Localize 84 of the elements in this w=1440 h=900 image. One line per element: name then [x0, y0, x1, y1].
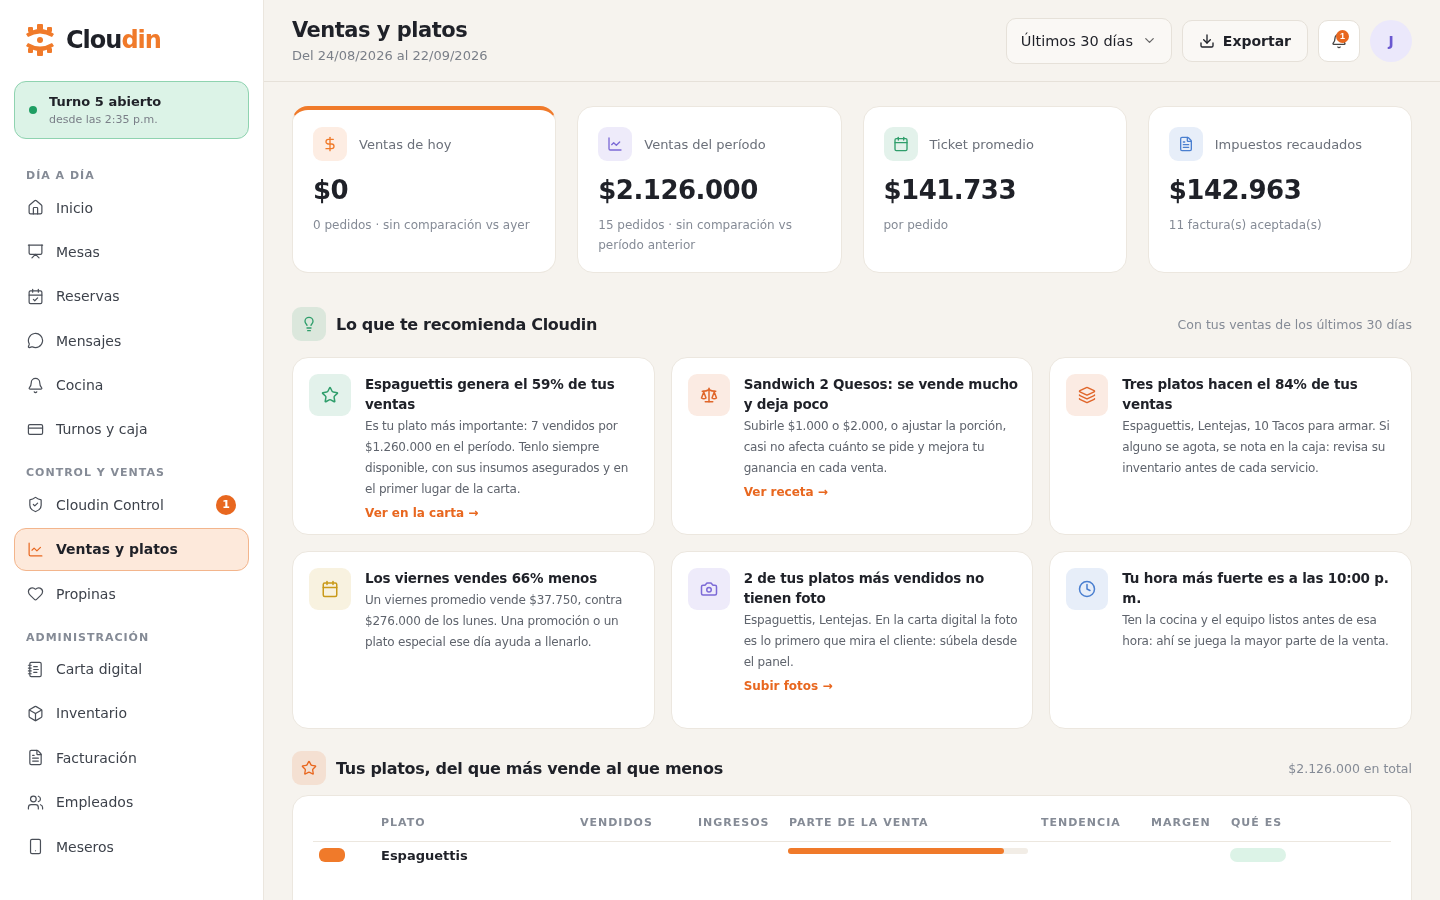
page-title: Ventas y platos: [292, 18, 469, 42]
column-header: VENDIDOS: [580, 816, 654, 829]
nav-icon: [27, 749, 44, 767]
recommendation-text: Espaguettis, Lentejas. En la carta digital la foto es lo primero que mira el cliente: súbela desde el panel.: [743, 612, 1019, 671]
stat-value: $142.963: [1168, 175, 1303, 205]
rank-badge: [319, 848, 345, 862]
column-header: PLATO: [381, 816, 427, 829]
recommendation-text: Ten la cocina y el equipo listos antes de esa hora: ahí se juega la mayor parte de la venta.: [1122, 612, 1390, 650]
date-range: Del 24/08/2026 al 22/09/2026: [292, 48, 488, 63]
stat-label: Ventas del período: [644, 136, 766, 152]
column-header: MARGEN: [1151, 816, 1212, 829]
nav-item[interactable]: Cocina: [14, 363, 249, 407]
nav-item[interactable]: Inventario: [14, 691, 249, 735]
nav-icon: [27, 540, 44, 558]
nav-item[interactable]: Empleados: [14, 780, 249, 824]
period-select[interactable]: Últimos 30 días: [1005, 17, 1172, 64]
stat-label: Ventas de hoy: [359, 136, 452, 152]
lightbulb-icon: [292, 307, 326, 341]
recommendation-title: Los viernes vendes 66% menos: [365, 569, 599, 588]
bell-icon: [1331, 32, 1347, 49]
column-header: PARTE DE LA VENTA: [789, 816, 930, 829]
stat-note: 0 pedidos · sin comparación vs ayer: [313, 217, 531, 234]
nav-section-title: CONTROL Y VENTAS: [25, 466, 166, 480]
stat-value: $141.733: [883, 175, 1017, 205]
export-button[interactable]: Exportar: [1181, 19, 1308, 62]
nav-item[interactable]: Propinas: [14, 572, 249, 616]
nav-icon: [27, 287, 44, 305]
recommendation-title: Espaguettis genera el 59% de tus ventas: [365, 375, 616, 414]
nav-item[interactable]: Carta digital: [14, 647, 249, 691]
nav-icon: [27, 793, 44, 811]
section-title: Tus platos, del que más vende al que menos: [336, 758, 724, 778]
recommendation-text: Subirle $1.000 o $2.000, o ajustar la porción, casi no afecta cuánto se pide y mejora tu ganancia en cada venta.: [743, 418, 1007, 477]
nav-item[interactable]: Turnos y caja: [14, 407, 249, 451]
nav-icon: [27, 332, 44, 350]
section-note: Con tus ventas de los últimos 30 días: [1177, 316, 1412, 332]
user-avatar[interactable]: J: [1370, 19, 1412, 62]
nav-icon: [27, 660, 44, 678]
section-title: Lo que te recomienda Cloudin: [336, 314, 599, 334]
column-header: QUÉ ES: [1231, 816, 1284, 829]
status-dot: [29, 106, 37, 114]
recommendation-title: Tu hora más fuerte es a las 10:00 p. m.: [1122, 569, 1390, 608]
recommendation-text: Espaguettis, Lentejas, 10 Tacos para armar. Si alguno se agota, se nota en la caja: revisa su inventario antes de cada servicio.: [1122, 418, 1391, 477]
nav-item[interactable]: Reservas: [14, 274, 249, 318]
section-note: $2.126.000 en total: [1288, 760, 1412, 776]
nav-icon: [27, 243, 44, 261]
column-header: INGRESOS: [698, 816, 771, 829]
dish-name: Espaguettis: [381, 848, 469, 863]
recommendation-text: Es tu plato más importante: 7 vendidos por $1.260.000 en el período. Tenlo siempre disponible, con sus insumos asegurados y en el primer lugar de la carta.: [365, 418, 630, 498]
shift-title: Turno 5 abierto: [49, 94, 162, 109]
nav-icon: [27, 199, 44, 216]
stat-label: Impuestos recaudados: [1214, 136, 1363, 152]
recommendation-title: 2 de tus platos más vendidos no tienen foto: [743, 569, 986, 608]
shift-status-card[interactable]: Turno 5 abierto desde las 2:35 p.m.: [14, 81, 249, 139]
nav-item[interactable]: Facturación: [14, 736, 249, 780]
nav-item[interactable]: Inicio: [14, 186, 249, 229]
stat-note: por pedido: [883, 217, 950, 234]
nav-item[interactable]: Cloudin Control 1: [14, 483, 249, 527]
stat-value: $2.126.000: [598, 175, 759, 205]
nav-icon: [27, 838, 44, 856]
nav-item[interactable]: Ventas y platos: [14, 527, 249, 571]
column-header: TENDENCIA: [1041, 816, 1122, 829]
nav-item[interactable]: Mesas: [14, 230, 249, 274]
count-badge: 1: [216, 494, 236, 515]
notification-badge: 1: [1336, 29, 1349, 43]
recommendation-title: Tres platos hacen el 84% de tus ventas: [1122, 375, 1359, 414]
nav-icon: [27, 585, 44, 603]
nav-section-title: ADMINISTRACIÓN: [25, 630, 151, 644]
nav-icon: [27, 704, 44, 722]
stat-note: 15 pedidos · sin comparación vs período anterior: [598, 217, 793, 254]
nav-section-title: DÍA A DÍA: [25, 169, 96, 182]
stat-note: 11 factura(s) aceptada(s): [1168, 217, 1323, 234]
shift-subtitle: desde las 2:35 p.m.: [49, 113, 159, 126]
stat-value: $0: [313, 175, 350, 205]
recommendation-title: Sandwich 2 Quesos: se vende mucho y deja poco: [743, 375, 1019, 414]
star-icon: [292, 751, 326, 785]
recommendation-text: Un viernes promedio vende $37.750, contra $276.000 de los lunes. Una promoción o un plato especial ese día ayuda a llenarlo.: [365, 592, 624, 651]
nav-item[interactable]: Meseros: [14, 825, 249, 869]
download-icon: [1198, 32, 1215, 49]
category-pill: [1230, 848, 1286, 862]
stat-label: Ticket promedio: [929, 136, 1034, 152]
nav-icon: [27, 496, 44, 514]
nav-icon: [27, 376, 44, 394]
brand-name: Cloudin: [66, 26, 161, 54]
nav-item[interactable]: Mensajes: [14, 319, 249, 363]
